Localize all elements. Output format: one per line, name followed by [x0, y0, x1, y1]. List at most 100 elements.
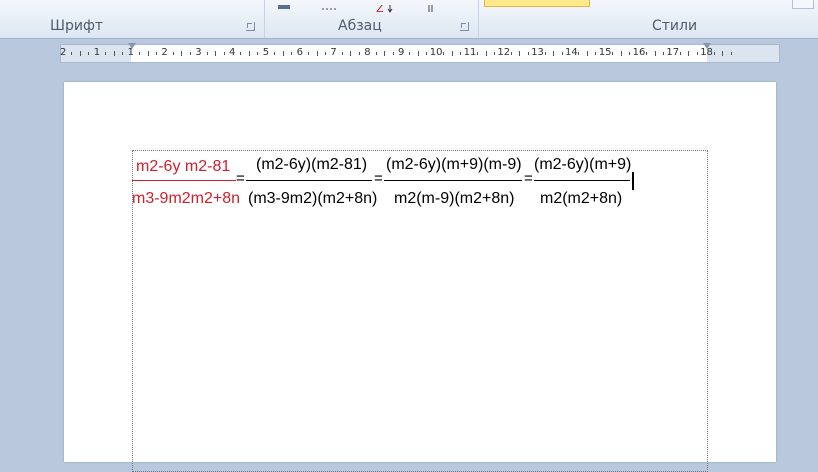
fraction-3: (m2-6y)(m+9)(m-9) m2(m-9)(m2+8n)	[384, 152, 522, 208]
ruler-tick	[722, 51, 724, 56]
fraction-bar	[384, 180, 522, 181]
ruler-tick	[477, 52, 479, 55]
ruler-number: 7	[330, 47, 337, 58]
ruler-tick	[79, 51, 81, 56]
ruler-tick	[662, 52, 664, 55]
ruler-number: 13	[531, 47, 544, 58]
ruler-number: 2	[60, 47, 67, 58]
ruler-number: 1	[127, 47, 134, 58]
ruler-number: 3	[195, 47, 202, 58]
ruler-tick	[451, 51, 453, 56]
ruler-tick	[181, 51, 183, 56]
ruler-tick	[172, 52, 174, 55]
ruler-tick	[147, 51, 149, 56]
fraction-bar	[132, 180, 236, 181]
text-cursor	[632, 172, 634, 190]
ruler-tick	[206, 52, 208, 55]
ruler-tick	[460, 52, 462, 55]
ruler-tick	[620, 51, 622, 56]
ruler-tick	[493, 52, 495, 55]
ruler-tick	[105, 52, 107, 55]
show-marks-icon[interactable]	[426, 0, 436, 12]
ruler-tick	[561, 52, 563, 55]
ruler-tick	[384, 51, 386, 56]
ruler-tick	[308, 52, 310, 55]
ruler-tick	[586, 51, 588, 56]
equals-sign: =	[374, 170, 383, 187]
ruler-number: 15	[598, 47, 612, 58]
fraction-2-numerator: (m2-6y)(m2-81)	[256, 156, 368, 173]
ruler-number: 18	[700, 47, 713, 58]
ruler-tick	[417, 51, 419, 56]
ruler-tick	[155, 52, 157, 55]
ruler-tick	[553, 51, 555, 56]
ruler-tick	[392, 52, 394, 55]
equals-sign: =	[524, 170, 533, 187]
ruler-tick	[274, 52, 276, 55]
line-spacing-icon[interactable]	[274, 0, 294, 9]
ruler-number: 11	[463, 47, 477, 58]
borders-icon[interactable]	[320, 0, 338, 10]
ruler-tick	[122, 52, 124, 55]
fraction-bar	[534, 180, 630, 181]
paragraph-dialog-launcher-icon[interactable]	[460, 22, 469, 31]
ruler-tick	[409, 52, 411, 55]
ruler-tick	[612, 52, 614, 55]
horizontal-ruler[interactable]: 2 1 1 2 3 4 5 6 7 8 9 10 11 12 13 14 15 16 17 18	[60, 43, 780, 63]
fraction-4: (m2-6y)(m+9) m2(m2+8n)	[534, 152, 632, 208]
font-group-label: Шрифт	[50, 18, 104, 34]
svg-text:Z: Z	[376, 5, 384, 13]
style-gallery-scroll[interactable]	[792, 0, 814, 9]
font-dialog-launcher-icon[interactable]	[246, 22, 255, 31]
ruler-tick	[544, 52, 546, 55]
ruler-tick	[71, 52, 73, 55]
ruler-number: 1	[93, 47, 101, 58]
styles-group-label: Стили	[652, 18, 698, 34]
ruler-tick	[88, 52, 90, 55]
equals-sign: =	[236, 170, 245, 187]
ruler-tick	[629, 52, 631, 55]
ruler-tick	[443, 52, 445, 55]
fraction-2-denominator: (m3-9m2)(m2+8n)	[248, 190, 378, 207]
group-separator	[264, 0, 265, 38]
fraction-1: m2-6y m2-81 m3-9m2m2+8n	[132, 152, 240, 208]
fraction-bar	[246, 180, 372, 181]
ruler-tick	[519, 51, 521, 56]
equation[interactable]: m2-6y m2-81 m3-9m2m2+8n = (m2-6y)(m2-81)…	[132, 152, 652, 212]
fraction-1-denominator: m3-9m2m2+8n	[132, 190, 241, 207]
ruler-tick	[350, 51, 352, 56]
ruler-tick	[240, 52, 242, 55]
document-page[interactable]	[64, 82, 776, 472]
group-separator	[478, 0, 479, 38]
ruler-tick	[189, 52, 191, 55]
ruler-tick	[324, 52, 326, 55]
ruler-tick	[730, 52, 732, 55]
fraction-3-denominator: m2(m-9)(m2+8n)	[394, 190, 515, 207]
ruler-tick	[375, 52, 377, 55]
ruler-number: 16	[632, 47, 646, 58]
ruler-tick	[595, 52, 597, 55]
ruler-tick	[426, 52, 428, 55]
ruler-number: 6	[296, 47, 303, 58]
ruler-tick	[139, 52, 141, 55]
ruler-tick	[358, 52, 360, 55]
fraction-4-denominator: m2(m2+8n)	[540, 190, 623, 207]
ruler-tick	[257, 52, 259, 55]
fraction-4-numerator: (m2-6y)(m+9)	[534, 156, 632, 173]
ruler-number: 9	[398, 47, 405, 58]
ruler-number: 5	[262, 47, 270, 58]
ruler-tick	[248, 51, 250, 56]
sort-icon[interactable]: Z	[376, 0, 398, 15]
ruler-tick	[713, 52, 715, 55]
ruler-tick	[696, 52, 698, 55]
style-gallery-item[interactable]	[484, 0, 590, 7]
ruler-tick	[688, 51, 690, 56]
ruler-number: 14	[565, 47, 578, 58]
fraction-2: (m2-6y)(m2-81) (m3-9m2)(m2+8n)	[246, 152, 377, 208]
ruler-tick	[485, 51, 487, 56]
ruler-number: 12	[497, 47, 511, 58]
ruler-tick	[215, 51, 217, 56]
ribbon: Z Шрифт Абзац Стили	[0, 0, 818, 39]
ruler-number: 4	[229, 47, 236, 58]
ruler-number: 8	[364, 47, 371, 58]
